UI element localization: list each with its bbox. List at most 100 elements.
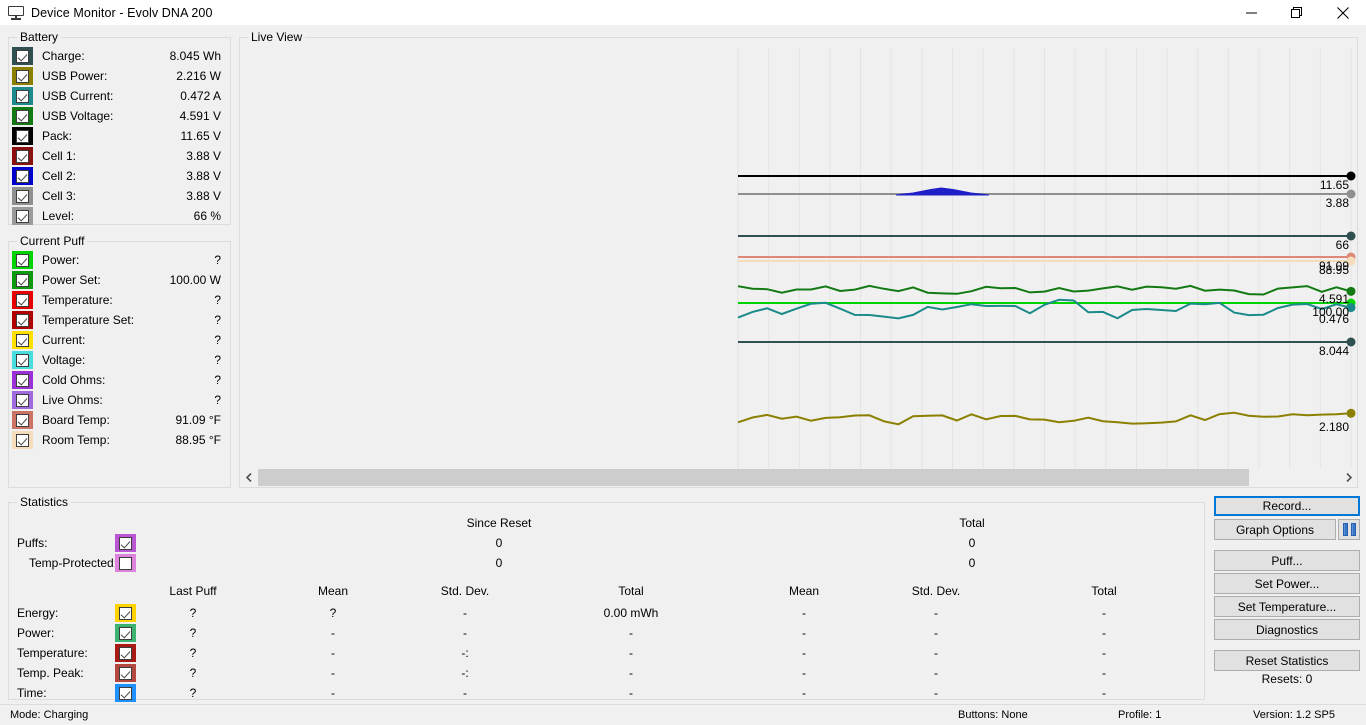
checkbox-glyph[interactable] [16, 374, 29, 387]
battery-item-row: Cell 1:3.88 V [12, 146, 229, 166]
puff-item-checkbox[interactable] [12, 391, 33, 409]
statistics-cell: - [405, 606, 525, 620]
checkbox-glyph[interactable] [16, 130, 29, 143]
checkbox-glyph[interactable] [16, 294, 29, 307]
checkbox-glyph[interactable] [16, 190, 29, 203]
graph-series-endpoint [1347, 409, 1356, 418]
statistics-cell: - [876, 646, 996, 660]
checkbox-glyph[interactable] [16, 150, 29, 163]
pause-icon[interactable] [1338, 519, 1360, 540]
battery-item-row: Level:66 % [12, 206, 229, 226]
window-title: Device Monitor - Evolv DNA 200 [31, 6, 213, 20]
device-monitor-window: Device Monitor - Evolv DNA 200 Battery C… [0, 0, 1366, 725]
statistics-cell: - [571, 626, 691, 640]
battery-item-checkbox[interactable] [12, 147, 33, 165]
record-button[interactable]: Record... [1214, 496, 1360, 516]
graph-options-button[interactable]: Graph Options [1214, 519, 1336, 540]
minimize-button[interactable] [1228, 0, 1274, 25]
puff-item-checkbox[interactable] [12, 291, 33, 309]
checkbox-glyph[interactable] [16, 50, 29, 63]
checkbox-glyph[interactable] [16, 254, 29, 267]
checkbox-glyph[interactable] [119, 627, 132, 640]
statistics-puff-value: 0 [449, 536, 549, 550]
puff-item-row: Temperature Set:? [12, 310, 229, 330]
scrollbar-track[interactable] [258, 469, 1340, 486]
pause-bar-right [1351, 523, 1356, 536]
checkbox-glyph[interactable] [119, 647, 132, 660]
checkbox-glyph[interactable] [16, 90, 29, 103]
battery-item-checkbox[interactable] [12, 207, 33, 225]
battery-item-row: Cell 3:3.88 V [12, 186, 229, 206]
statistics-cell: - [405, 686, 525, 700]
scrollbar-thumb[interactable] [258, 469, 1249, 486]
puff-button[interactable]: Puff... [1214, 550, 1360, 571]
statistics-row-label: Temperature: [17, 646, 88, 660]
statistics-cell: 0.00 mWh [571, 606, 691, 620]
close-button[interactable] [1320, 0, 1366, 25]
checkbox-glyph[interactable] [119, 537, 132, 550]
chevron-right-icon[interactable] [1340, 469, 1357, 486]
puff-item-label: Cold Ohms: [42, 373, 105, 387]
battery-item-checkbox[interactable] [12, 67, 33, 85]
battery-item-checkbox[interactable] [12, 47, 33, 65]
puff-item-checkbox[interactable] [12, 271, 33, 289]
statistics-cell: ? [133, 626, 253, 640]
chevron-left-icon[interactable] [241, 469, 258, 486]
maximize-button[interactable] [1274, 0, 1320, 25]
checkbox-glyph[interactable] [16, 354, 29, 367]
puff-item-row: Voltage:? [12, 350, 229, 370]
battery-item-label: USB Voltage: [42, 109, 113, 123]
battery-item-label: USB Current: [42, 89, 113, 103]
statistics-cell: - [273, 666, 393, 680]
statistics-cell: - [876, 666, 996, 680]
checkbox-glyph[interactable] [16, 110, 29, 123]
puff-item-row: Temperature:? [12, 290, 229, 310]
checkbox-glyph[interactable] [119, 687, 132, 700]
puff-item-checkbox[interactable] [12, 411, 33, 429]
checkbox-glyph[interactable] [16, 70, 29, 83]
statistics-column-header: Last Puff [133, 584, 253, 598]
puff-item-checkbox[interactable] [12, 311, 33, 329]
checkbox-glyph[interactable] [16, 394, 29, 407]
checkbox-glyph[interactable] [119, 557, 132, 570]
checkbox-glyph[interactable] [16, 210, 29, 223]
checkbox-glyph[interactable] [16, 274, 29, 287]
puff-item-value: ? [214, 293, 221, 307]
battery-item-checkbox[interactable] [12, 167, 33, 185]
checkbox-glyph[interactable] [16, 434, 29, 447]
puff-item-checkbox[interactable] [12, 371, 33, 389]
graph-endpoint-label: 4.591 [1319, 292, 1349, 306]
checkbox-glyph[interactable] [119, 607, 132, 620]
checkbox-glyph[interactable] [119, 667, 132, 680]
statistics-puff-checkbox[interactable] [115, 554, 136, 572]
graph-horizontal-scrollbar[interactable] [241, 469, 1357, 486]
status-buttons: Buttons: None [958, 709, 1028, 721]
checkbox-glyph[interactable] [16, 314, 29, 327]
puff-item-checkbox[interactable] [12, 351, 33, 369]
statistics-group: Statistics Since ResetTotalPuffs:00Temp-… [8, 502, 1205, 700]
battery-item-checkbox[interactable] [12, 87, 33, 105]
battery-item-checkbox[interactable] [12, 107, 33, 125]
battery-item-checkbox[interactable] [12, 127, 33, 145]
reset-statistics-button[interactable]: Reset Statistics [1214, 650, 1360, 671]
statistics-cell: - [1044, 646, 1164, 660]
puff-item-checkbox[interactable] [12, 251, 33, 269]
puff-item-checkbox[interactable] [12, 431, 33, 449]
checkbox-glyph[interactable] [16, 170, 29, 183]
battery-item-checkbox[interactable] [12, 187, 33, 205]
puff-item-row: Live Ohms:? [12, 390, 229, 410]
live-view-graph[interactable]: 11.653.886691.0988.954.591100.000.4768.0… [241, 48, 1357, 469]
set-temperature-button[interactable]: Set Temperature... [1214, 596, 1360, 617]
statistics-puff-checkbox[interactable] [115, 534, 136, 552]
battery-item-row: Charge:8.045 Wh [12, 46, 229, 66]
checkbox-glyph[interactable] [16, 414, 29, 427]
puff-item-checkbox[interactable] [12, 331, 33, 349]
statistics-puff-label: Puffs: [17, 536, 47, 550]
statistics-group-header: Since Reset [439, 516, 559, 530]
puff-item-row: Cold Ohms:? [12, 370, 229, 390]
statistics-cell: - [273, 626, 393, 640]
diagnostics-button[interactable]: Diagnostics [1214, 619, 1360, 640]
checkbox-glyph[interactable] [16, 334, 29, 347]
set-power-button[interactable]: Set Power... [1214, 573, 1360, 594]
battery-item-value: 11.65 V [181, 129, 221, 143]
